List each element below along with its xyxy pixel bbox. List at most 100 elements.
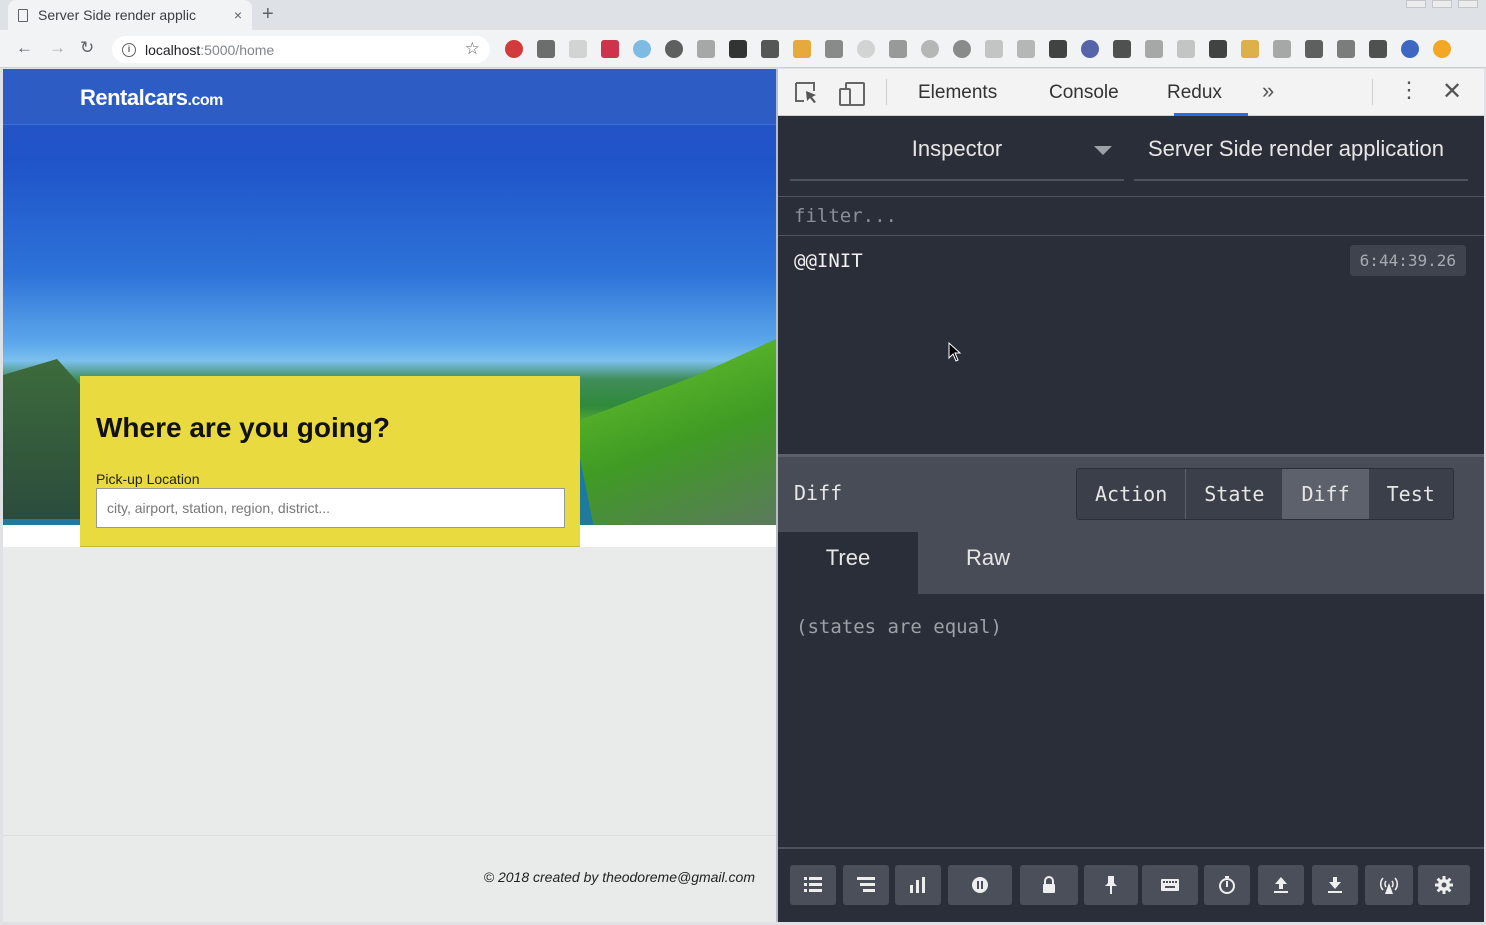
update-icon[interactable]: [1433, 40, 1451, 58]
maximize-button[interactable]: [1432, 0, 1452, 8]
chart-icon[interactable]: [895, 865, 941, 905]
toolbar-separator: [1372, 79, 1373, 105]
site-logo[interactable]: Rentalcars.com: [80, 85, 223, 111]
extension-icon[interactable]: [793, 40, 811, 58]
close-window-button[interactable]: [1458, 0, 1478, 8]
tab-tree[interactable]: Tree: [778, 532, 918, 594]
extension-icon[interactable]: [1049, 40, 1067, 58]
pause-icon[interactable]: [948, 865, 1012, 905]
extensions-bar: [505, 40, 1451, 58]
gear-icon[interactable]: [1418, 865, 1470, 905]
extension-icon[interactable]: [729, 40, 747, 58]
monitor-label: Inspector: [911, 136, 1003, 161]
extension-icon[interactable]: [889, 40, 907, 58]
new-tab-button[interactable]: +: [262, 3, 274, 26]
browser-tab[interactable]: Server Side render applic ×: [8, 0, 252, 30]
extension-icon[interactable]: [601, 40, 619, 58]
url-path: :5000/home: [200, 41, 275, 58]
tab-state[interactable]: State: [1186, 469, 1284, 519]
action-timestamp: 6:44:39.26: [1349, 245, 1466, 276]
browser-toolbar: ← → ↻ i localhost:5000/home ☆: [0, 30, 1486, 68]
eyedropper-icon[interactable]: [1337, 40, 1355, 58]
extension-icon[interactable]: [1209, 40, 1227, 58]
search-heading: Where are you going?: [96, 412, 391, 443]
extension-icon[interactable]: [1145, 40, 1163, 58]
web-page: Rentalcars.com Where are you going? Pick…: [3, 69, 776, 922]
instance-select[interactable]: Server Side render application: [1134, 116, 1468, 181]
tab-raw[interactable]: Raw: [918, 532, 1058, 594]
footer-text: © 2018 created by theodoreme@gmail.com: [483, 869, 755, 885]
extension-icon[interactable]: [1305, 40, 1323, 58]
extension-icon[interactable]: [857, 40, 875, 58]
profile-avatar[interactable]: [1401, 40, 1419, 58]
download-icon[interactable]: [1312, 865, 1358, 905]
minimize-button[interactable]: [1406, 0, 1426, 8]
extension-icon[interactable]: [1273, 40, 1291, 58]
tab-title: Server Side render applic: [38, 7, 196, 23]
devtools-panel: Elements Console Redux » ⋮ ✕ Inspector S…: [776, 69, 1484, 922]
redux-header: Inspector Server Side render application: [778, 116, 1484, 196]
extension-icon[interactable]: [761, 40, 779, 58]
extension-icon[interactable]: [1017, 40, 1035, 58]
redux-bottom-toolbar: [778, 847, 1484, 922]
logo-text: Rentalcars: [80, 85, 188, 110]
timer-icon[interactable]: [1204, 865, 1250, 905]
close-tab-icon[interactable]: ×: [234, 7, 242, 23]
pickup-label: Pick-up Location: [96, 471, 200, 487]
cliff-right-shape: [573, 339, 776, 525]
code-icon[interactable]: [825, 40, 843, 58]
mouse-cursor-icon: [948, 342, 962, 362]
page-icon: [18, 8, 28, 22]
instance-label: Server Side render application: [1148, 136, 1444, 161]
extension-icon[interactable]: [1081, 40, 1099, 58]
remote-icon[interactable]: [1365, 865, 1413, 905]
extension-icon[interactable]: [633, 40, 651, 58]
extension-icon[interactable]: [697, 40, 715, 58]
pin-icon[interactable]: [1084, 865, 1138, 905]
bookmark-star-icon[interactable]: ☆: [465, 39, 480, 59]
close-devtools-icon[interactable]: ✕: [1442, 77, 1462, 106]
tab-action[interactable]: Action: [1077, 469, 1187, 519]
more-tabs-icon[interactable]: »: [1262, 78, 1274, 104]
kebab-menu-icon[interactable]: ⋮: [1398, 77, 1420, 103]
angular-extension-icon[interactable]: [537, 40, 555, 58]
pickup-location-input[interactable]: [96, 488, 565, 528]
extension-icon[interactable]: [1177, 40, 1195, 58]
tab-console[interactable]: Console: [1049, 82, 1119, 104]
inspect-element-icon[interactable]: [794, 81, 818, 103]
opera-extension-icon[interactable]: [505, 40, 523, 58]
address-bar[interactable]: i localhost:5000/home ☆: [112, 36, 490, 63]
extension-icon[interactable]: [569, 40, 587, 58]
search-panel: Where are you going? Pick-up Location: [80, 376, 580, 547]
log-monitor-icon[interactable]: [790, 865, 836, 905]
tab-elements[interactable]: Elements: [918, 82, 997, 104]
tab-diff[interactable]: Diff: [1283, 469, 1369, 519]
extension-icon[interactable]: [1241, 40, 1259, 58]
site-header: Rentalcars.com: [3, 69, 776, 125]
info-icon[interactable]: i: [122, 42, 136, 57]
reload-icon[interactable]: ↻: [80, 38, 94, 58]
back-icon[interactable]: ←: [16, 38, 33, 58]
toolbar-separator: [886, 79, 887, 105]
extension-icon[interactable]: [953, 40, 971, 58]
device-toolbar-icon[interactable]: [838, 81, 865, 106]
devtools-tabbar: Elements Console Redux » ⋮ ✕: [778, 69, 1484, 116]
extension-icon[interactable]: [985, 40, 1003, 58]
inspector-icon[interactable]: [843, 865, 889, 905]
tab-redux[interactable]: Redux: [1167, 82, 1222, 104]
extension-icon[interactable]: [1113, 40, 1131, 58]
tab-test[interactable]: Test: [1368, 469, 1453, 519]
lock-icon[interactable]: [1020, 865, 1078, 905]
action-filter-input[interactable]: filter...: [778, 196, 1484, 236]
extension-icon[interactable]: [921, 40, 939, 58]
upload-icon[interactable]: [1258, 865, 1304, 905]
forward-icon[interactable]: →: [49, 38, 66, 58]
tab-strip: Server Side render applic × +: [0, 0, 1486, 30]
action-list: @@INIT 6:44:39.26: [778, 236, 1484, 454]
chevron-down-icon: [1094, 146, 1112, 155]
keyboard-icon[interactable]: [1142, 865, 1198, 905]
view-tabgroup: Action State Diff Test: [1076, 468, 1454, 520]
extension-icon[interactable]: [665, 40, 683, 58]
monitor-select[interactable]: Inspector: [790, 116, 1124, 181]
extension-icon[interactable]: [1369, 40, 1387, 58]
